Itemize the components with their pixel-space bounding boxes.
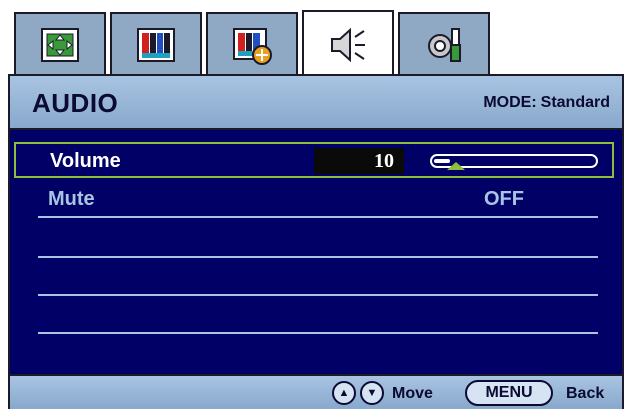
tab-picture-advanced[interactable] — [206, 12, 298, 76]
speaker-icon — [331, 27, 365, 63]
row-divider — [38, 256, 598, 258]
page-title: AUDIO — [32, 88, 119, 118]
volume-value: 10 — [314, 148, 404, 174]
mode-indicator: MODE: Standard — [483, 94, 610, 112]
menu-items: Volume 10 Mute OFF — [10, 132, 622, 374]
mode-label: MODE: — [483, 94, 537, 111]
volume-slider[interactable] — [430, 154, 598, 170]
menu-button[interactable]: MENU — [465, 380, 553, 406]
footer-hint-bar: ▲ ▼ Move MENU Back — [10, 374, 622, 409]
mute-value: OFF — [484, 188, 524, 210]
up-arrow-icon[interactable]: ▲ — [332, 381, 356, 405]
osd-tab-bar — [0, 0, 624, 78]
menu-header: AUDIO MODE: Standard — [10, 76, 622, 130]
back-label: Back — [566, 385, 605, 402]
row-divider — [38, 294, 598, 296]
tab-system[interactable] — [398, 12, 490, 76]
row-divider — [38, 216, 598, 218]
volume-slider-thumb[interactable] — [447, 162, 466, 170]
down-arrow-icon[interactable]: ▼ — [360, 381, 384, 405]
display-position-icon — [41, 28, 79, 62]
tab-picture[interactable] — [110, 12, 202, 76]
osd-panel: AUDIO MODE: Standard Volume 10 Mute OFF ▲… — [8, 74, 624, 409]
picture-advanced-icon — [233, 28, 272, 65]
menu-item-volume[interactable]: Volume 10 — [14, 142, 614, 178]
tab-audio[interactable] — [302, 10, 394, 78]
row-divider — [38, 332, 598, 334]
system-settings-icon — [428, 28, 461, 62]
mode-value: Standard — [540, 94, 610, 111]
mute-label[interactable]: Mute — [48, 188, 95, 211]
volume-label: Volume — [50, 150, 121, 172]
tab-display[interactable] — [14, 12, 106, 76]
move-label: Move — [392, 385, 433, 402]
picture-icon — [137, 28, 175, 62]
